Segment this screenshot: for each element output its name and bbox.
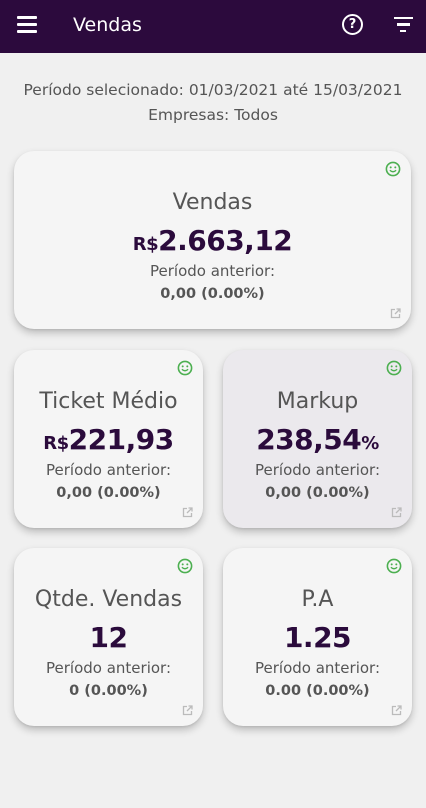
previous-period-label: Período anterior:: [46, 461, 171, 479]
card-pa[interactable]: P.A 1.25 Período anterior: 0.00 (0.00%): [223, 548, 412, 726]
previous-period-value: 0 (0.00%): [69, 683, 148, 699]
currency-symbol: R$: [132, 234, 159, 255]
period-text: Período selecionado: 01/03/2021 até 15/0…: [23, 81, 403, 99]
filter-summary: Período selecionado: 01/03/2021 até 15/0…: [0, 78, 426, 128]
card-markup[interactable]: Markup 238,54% Período anterior: 0,00 (0…: [223, 350, 412, 528]
card-title: Ticket Médio: [39, 389, 178, 414]
smile-icon: [177, 360, 193, 376]
smile-icon: [386, 558, 402, 574]
value-number: 238,54: [256, 423, 362, 456]
previous-period-value: 0.00 (0.00%): [265, 683, 370, 699]
open-external-icon[interactable]: [391, 705, 402, 716]
currency-symbol: R$: [43, 433, 69, 454]
card-title: Qtde. Vendas: [34, 587, 183, 612]
card-vendas[interactable]: Vendas R$2.663,12 Período anterior: 0,00…: [14, 151, 411, 329]
app-bar: Vendas ?: [0, 0, 426, 53]
page-title: Vendas: [73, 14, 142, 36]
card-title: Vendas: [172, 190, 253, 215]
smile-icon: [177, 558, 193, 574]
previous-period-value: 0,00 (0.00%): [56, 485, 161, 501]
open-external-icon[interactable]: [390, 308, 401, 319]
open-external-icon[interactable]: [182, 705, 193, 716]
previous-period-label: Período anterior:: [255, 461, 380, 479]
card-title: P.A: [301, 587, 334, 612]
smile-icon: [386, 360, 402, 376]
card-ticket-medio[interactable]: Ticket Médio R$221,93 Período anterior: …: [14, 350, 203, 528]
open-external-icon[interactable]: [391, 507, 402, 518]
smile-icon: [385, 161, 401, 177]
card-title: Markup: [276, 389, 359, 414]
previous-period-label: Período anterior:: [46, 659, 171, 677]
previous-period-label: Período anterior:: [255, 659, 380, 677]
companies-text: Empresas: Todos: [148, 106, 278, 124]
card-value: R$2.663,12: [14, 224, 411, 257]
value-number: 2.663,12: [158, 224, 293, 257]
menu-icon[interactable]: [17, 16, 37, 34]
help-icon[interactable]: ?: [342, 14, 363, 35]
value-number: 12: [89, 621, 128, 654]
previous-period-label: Período anterior:: [150, 262, 275, 280]
value-number: 221,93: [68, 423, 175, 456]
percent-symbol: %: [361, 433, 379, 454]
filter-icon[interactable]: [393, 17, 413, 33]
open-external-icon[interactable]: [182, 507, 193, 518]
card-value: 1.25: [223, 621, 412, 654]
value-number: 1.25: [283, 621, 352, 654]
card-qtde-vendas[interactable]: Qtde. Vendas 12 Período anterior: 0 (0.0…: [14, 548, 203, 726]
card-value: 238,54%: [223, 423, 412, 456]
previous-period-value: 0,00 (0.00%): [265, 485, 370, 501]
previous-period-value: 0,00 (0.00%): [160, 286, 265, 302]
card-value: 12: [14, 621, 203, 654]
card-value: R$221,93: [14, 423, 203, 456]
